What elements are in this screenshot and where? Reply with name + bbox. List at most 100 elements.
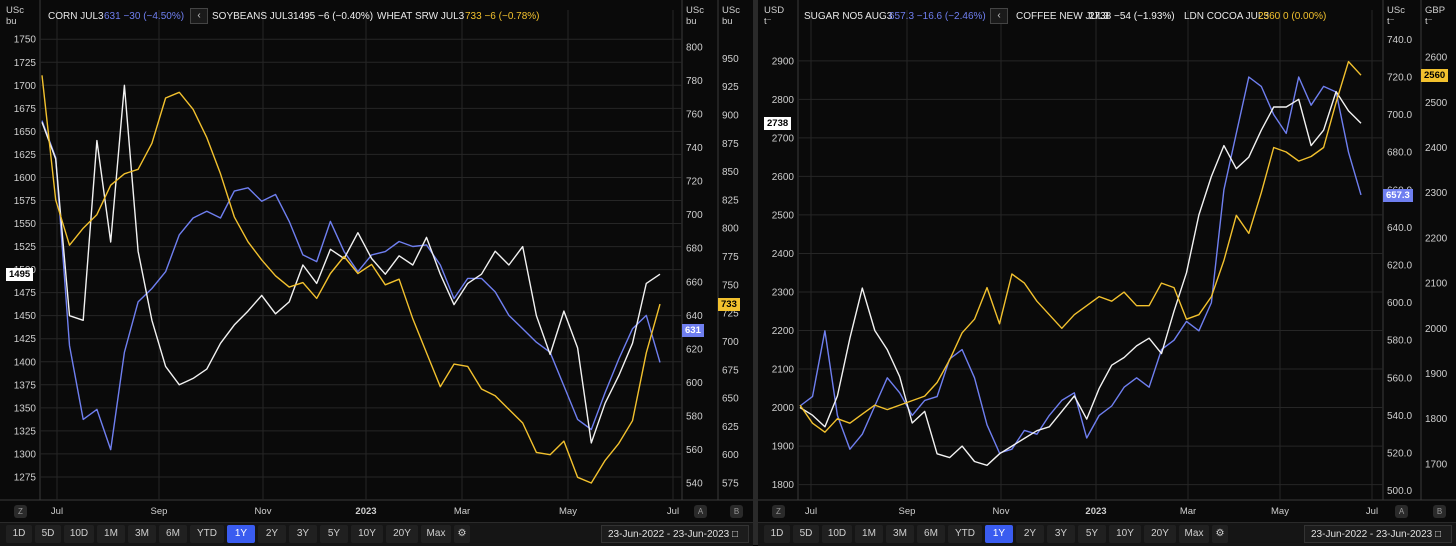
left-tick-label: 1650 [14, 127, 37, 138]
unit-label-right2: USc bu [722, 5, 740, 27]
range-button-1y[interactable]: 1Y [227, 525, 255, 543]
left-tick-label: 1800 [772, 480, 795, 491]
right1-tick-label: 760 [686, 109, 703, 120]
left-tick-label: 1375 [14, 380, 37, 391]
series-line-yellow[interactable] [41, 75, 661, 484]
range-button-3m[interactable]: 3M [128, 525, 156, 543]
range-button-1m[interactable]: 1M [97, 525, 125, 543]
range-button-10d[interactable]: 10D [64, 525, 94, 543]
series-line-yellow[interactable] [799, 60, 1362, 433]
right2-tick-label: 2200 [1425, 233, 1448, 244]
range-button-20y[interactable]: 20Y [386, 525, 418, 543]
legend-name: SOYBEANS JUL3 [212, 11, 294, 22]
axis-r2-button[interactable]: B [730, 505, 743, 518]
last-value-pill-left: 1495 [6, 268, 34, 282]
range-button-10d[interactable]: 10D [822, 525, 852, 543]
unit-label-left: USc bu [6, 5, 24, 27]
unit-label-right1: USc t⁻ [1387, 5, 1405, 27]
right2-tick-label: 2400 [1425, 143, 1448, 154]
range-button-5y[interactable]: 5Y [320, 525, 348, 543]
collapse-legend-button[interactable]: ‹ [190, 8, 208, 24]
settings-gear-icon[interactable]: ⚙ [454, 525, 470, 543]
range-button-5y[interactable]: 5Y [1078, 525, 1106, 543]
right1-tick-label: 780 [686, 76, 703, 87]
legend-value: 631 −30 (−4.50%) [104, 11, 185, 22]
x-tick-label: May [559, 506, 577, 517]
right2-tick-label: 575 [722, 479, 739, 490]
left-tick-label: 1575 [14, 196, 37, 207]
right1-tick-label: 580 [686, 412, 703, 423]
range-button-5d[interactable]: 5D [793, 525, 819, 543]
right2-tick-label: 900 [722, 110, 739, 121]
left-tick-label: 1525 [14, 242, 37, 253]
right2-tick-label: 2500 [1425, 98, 1448, 109]
right1-tick-label: 740.0 [1387, 35, 1412, 46]
axis-left-button[interactable]: Z [772, 505, 785, 518]
range-button-max[interactable]: Max [1179, 525, 1209, 543]
right1-tick-label: 720.0 [1387, 73, 1412, 84]
axis-left-button[interactable]: Z [14, 505, 27, 518]
right1-tick-label: 600 [686, 378, 703, 389]
legend-value: 1495 −6 (−0.40%) [293, 11, 374, 22]
left-tick-label: 2400 [772, 249, 795, 260]
right2-tick-label: 750 [722, 280, 739, 291]
x-tick-label: Jul [667, 506, 679, 517]
legend-value: 2560 0 (0.00%) [1258, 11, 1327, 22]
left-tick-label: 1725 [14, 58, 37, 69]
x-tick-label: Jul [805, 506, 817, 517]
axis-r1-button[interactable]: A [694, 505, 707, 518]
right2-tick-label: 925 [722, 82, 739, 93]
series-line-blue[interactable] [799, 76, 1362, 454]
left-tick-label: 1625 [14, 150, 37, 161]
right2-tick-label: 950 [722, 54, 739, 65]
right2-tick-label: 775 [722, 252, 739, 263]
right2-tick-label: 2100 [1425, 279, 1448, 290]
x-tick-label: Sep [899, 506, 916, 517]
range-button-2y[interactable]: 2Y [258, 525, 286, 543]
settings-gear-icon[interactable]: ⚙ [1212, 525, 1228, 543]
date-range-picker[interactable]: 23-Jun-2022 - 23-Jun-2023 □ [1304, 525, 1452, 543]
right1-tick-label: 640 [686, 311, 703, 322]
left-tick-label: 1750 [14, 35, 37, 46]
range-button-ytd[interactable]: YTD [948, 525, 982, 543]
x-tick-label: 2023 [355, 506, 376, 517]
right1-tick-label: 620 [686, 344, 703, 355]
range-button-1d[interactable]: 1D [764, 525, 790, 543]
range-button-10y[interactable]: 10Y [1109, 525, 1141, 543]
right1-tick-label: 660 [686, 277, 703, 288]
range-button-2y[interactable]: 2Y [1016, 525, 1044, 543]
x-tick-label: Nov [255, 506, 272, 517]
last-value-pill-left: 2738 [764, 117, 792, 131]
range-button-3y[interactable]: 3Y [1047, 525, 1075, 543]
range-button-max[interactable]: Max [421, 525, 451, 543]
axis-r2-button[interactable]: B [1433, 505, 1446, 518]
collapse-legend-button[interactable]: ‹ [990, 8, 1008, 24]
left-tick-label: 2700 [772, 133, 795, 144]
right1-tick-label: 560.0 [1387, 373, 1412, 384]
left-tick-label: 2600 [772, 172, 795, 183]
range-button-1m[interactable]: 1M [855, 525, 883, 543]
range-button-6m[interactable]: 6M [917, 525, 945, 543]
right1-tick-label: 540.0 [1387, 411, 1412, 422]
range-button-10y[interactable]: 10Y [351, 525, 383, 543]
date-range-picker[interactable]: 23-Jun-2022 - 23-Jun-2023 □ [601, 525, 749, 543]
range-button-5d[interactable]: 5D [35, 525, 61, 543]
left-tick-label: 1550 [14, 219, 37, 230]
right1-tick-label: 680.0 [1387, 148, 1412, 159]
range-toolbar: 1D 5D 10D 1M 3M 6M YTD 1Y 2Y 3Y 5Y 10Y 20Y Max ⚙ 23-Jun… [758, 522, 1456, 546]
axis-r1-button[interactable]: A [1395, 505, 1408, 518]
left-tick-label: 1300 [14, 449, 37, 460]
range-button-20y[interactable]: 20Y [1144, 525, 1176, 543]
range-button-ytd[interactable]: YTD [190, 525, 224, 543]
left-tick-label: 1325 [14, 426, 37, 437]
left-tick-label: 1425 [14, 334, 37, 345]
series-line-white[interactable] [799, 90, 1362, 466]
range-button-3y[interactable]: 3Y [289, 525, 317, 543]
left-tick-label: 2300 [772, 287, 795, 298]
range-button-3m[interactable]: 3M [886, 525, 914, 543]
left-tick-label: 1350 [14, 403, 37, 414]
range-button-6m[interactable]: 6M [159, 525, 187, 543]
range-button-1y[interactable]: 1Y [985, 525, 1013, 543]
range-button-1d[interactable]: 1D [6, 525, 32, 543]
right2-tick-label: 650 [722, 394, 739, 405]
